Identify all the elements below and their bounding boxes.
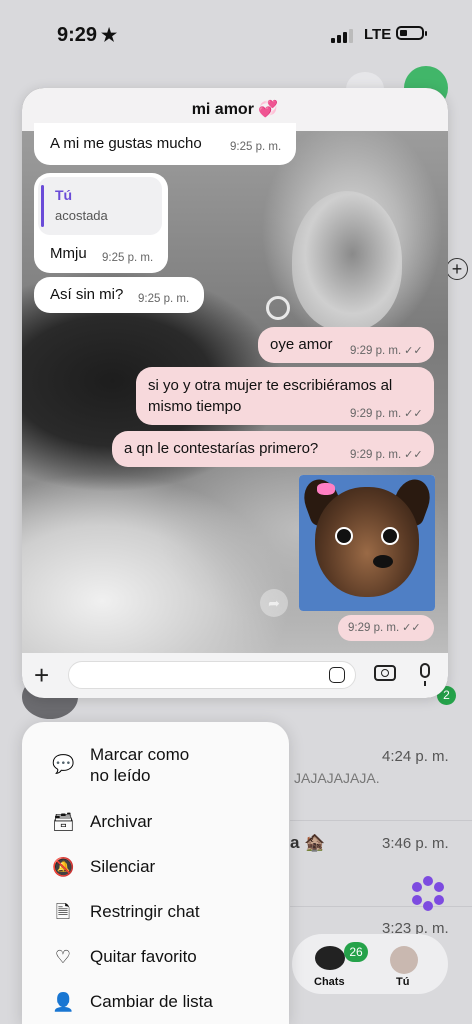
menu-item-mark-unread[interactable]: 💬 Marcar como no leído <box>22 742 289 802</box>
message-bubble[interactable]: si yo y otra mujer te escribiéramos al m… <box>136 367 434 425</box>
menu-item-archive[interactable]: 🗃 Archivar <box>22 800 289 844</box>
mute-bell-icon: 🔕 <box>52 857 75 877</box>
message-text: Así sin mi? <box>50 286 124 303</box>
menu-item-label: Quitar favorito <box>90 947 197 966</box>
add-icon[interactable]: + <box>446 258 468 280</box>
chats-icon[interactable] <box>315 946 345 970</box>
menu-item-remove-favorite[interactable]: ♡ Quitar favorito <box>22 935 289 979</box>
message-bubble[interactable]: oye amor 9:29 p. m. ✓✓ <box>258 327 434 363</box>
status-bar: 9:29 ★ LTE <box>0 0 472 70</box>
wallpaper-earring <box>266 296 290 320</box>
camera-icon[interactable] <box>374 665 396 681</box>
chat-name: a 🏚️ <box>290 833 326 852</box>
sticker-image[interactable] <box>299 475 435 611</box>
star-icon: ★ <box>101 25 118 45</box>
restrict-chat-icon: 🗎 <box>55 902 71 922</box>
message-bubble[interactable]: Tú acostada Mmju 9:25 p. m. <box>34 173 168 273</box>
chats-badge: 26 <box>344 942 368 962</box>
message-text: oye amor <box>270 336 333 353</box>
message-bubble[interactable]: Así sin mi? 9:25 p. m. <box>34 277 204 313</box>
tab-you[interactable]: Tú <box>396 976 409 988</box>
menu-item-label: Archivar <box>90 812 153 831</box>
profile-avatar[interactable] <box>390 946 418 974</box>
message-time: 9:29 p. m. ✓✓ <box>350 408 423 420</box>
message-time: 9:29 p. m. ✓✓ <box>350 345 423 357</box>
read-ticks-icon: ✓✓ <box>404 408 423 420</box>
quote-text: acostada <box>55 208 108 223</box>
message-time: 9:25 p. m. <box>138 293 190 305</box>
heart-off-icon: ♡ <box>54 947 72 967</box>
message-text: Mmju <box>50 245 87 262</box>
message-time: 9:29 p. m. ✓✓ <box>350 449 423 461</box>
quote-author: Tú <box>55 187 73 203</box>
quote-bar <box>41 185 44 227</box>
chat-preview-card[interactable]: mi amor 💞 A mi me gustas mucho 9:25 p. m… <box>22 88 448 698</box>
menu-item-label: Silenciar <box>90 857 156 876</box>
microphone-icon[interactable] <box>420 663 430 686</box>
message-input[interactable] <box>68 661 356 689</box>
message-text: a qn le contestarías primero? <box>124 440 319 457</box>
menu-item-label: Restringir chat <box>90 902 200 921</box>
message-time: 9:29 p. m. ✓✓ <box>348 622 421 634</box>
chat-preview: JAJAJAJAJA. <box>294 770 380 786</box>
menu-item-change-list[interactable]: 👤 Cambiar de lista <box>22 980 289 1024</box>
status-time: 9:29 ★ <box>57 24 118 46</box>
message-time: 9:25 p. m. <box>102 252 154 264</box>
message-text: A mi me gustas mucho <box>50 135 202 152</box>
sticker-icon[interactable] <box>329 667 345 683</box>
chat-unread-icon: 💬 <box>52 754 75 774</box>
message-bubble[interactable]: A mi me gustas mucho 9:25 p. m. <box>34 123 296 165</box>
context-menu: 💬 Marcar como no leído 🗃 Archivar 🔕 Sile… <box>22 722 289 1024</box>
network-label: LTE <box>364 26 392 43</box>
read-ticks-icon: ✓✓ <box>404 345 423 357</box>
tab-chats[interactable]: Chats <box>314 976 345 988</box>
message-time: 9:25 p. m. <box>230 141 282 153</box>
chat-time: 4:24 p. m. <box>382 748 449 765</box>
read-ticks-icon: ✓✓ <box>404 449 423 461</box>
menu-item-label: Cambiar de lista <box>90 992 213 1011</box>
wallpaper-ear <box>292 191 402 331</box>
tab-bar: 26 Chats Tú <box>292 934 448 994</box>
bow-icon <box>317 483 335 495</box>
message-bubble[interactable]: 9:29 p. m. ✓✓ <box>338 615 434 641</box>
quoted-message[interactable]: Tú acostada <box>38 177 162 235</box>
message-bubble[interactable]: a qn le contestarías primero? 9:29 p. m.… <box>112 431 434 467</box>
menu-item-label: Marcar como no leído <box>90 745 190 785</box>
read-ticks-icon: ✓✓ <box>402 622 421 634</box>
share-icon[interactable]: ➦ <box>260 589 288 617</box>
meta-ai-icon[interactable] <box>410 876 446 912</box>
divider <box>290 820 472 821</box>
menu-item-mute[interactable]: 🔕 Silenciar <box>22 845 289 889</box>
archive-icon: 🗃 <box>52 812 75 832</box>
signal-icon <box>331 27 355 43</box>
message-composer: + <box>22 653 448 698</box>
menu-item-restrict[interactable]: 🗎 Restringir chat <box>22 890 289 934</box>
attach-plus-button[interactable]: + <box>34 660 49 690</box>
contact-list-icon: 👤 <box>52 992 75 1012</box>
chat-time: 3:46 p. m. <box>382 835 449 852</box>
battery-icon <box>396 26 427 40</box>
wallpaper-image: A mi me gustas mucho 9:25 p. m. Tú acost… <box>22 123 448 653</box>
